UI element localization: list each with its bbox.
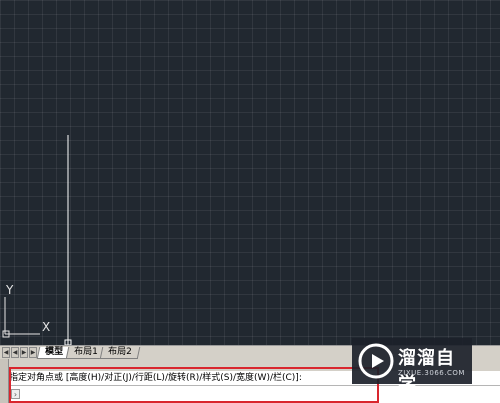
play-logo-icon: [358, 343, 394, 379]
command-input[interactable]: [23, 387, 373, 402]
command-prompt-icon: ›: [11, 389, 20, 399]
last-tab-icon[interactable]: ▶: [29, 347, 37, 358]
ucs-icon: [2, 297, 40, 338]
next-tab-icon[interactable]: ▶: [20, 347, 28, 358]
watermark-url: ZIXUE.3066.COM: [398, 369, 465, 377]
first-tab-icon[interactable]: ◀: [2, 347, 10, 358]
prev-tab-icon[interactable]: ◀: [11, 347, 19, 358]
canvas-drawing: [2, 135, 72, 345]
watermark: 溜溜自学 ZIXUE.3066.COM: [352, 338, 472, 395]
ucs-y-label: Y: [6, 283, 14, 297]
drawing-canvas[interactable]: Y X: [0, 0, 500, 345]
ucs-x-label: X: [42, 320, 51, 334]
command-window-grip[interactable]: [0, 359, 9, 403]
tab-layout2[interactable]: 布局2: [99, 347, 141, 359]
